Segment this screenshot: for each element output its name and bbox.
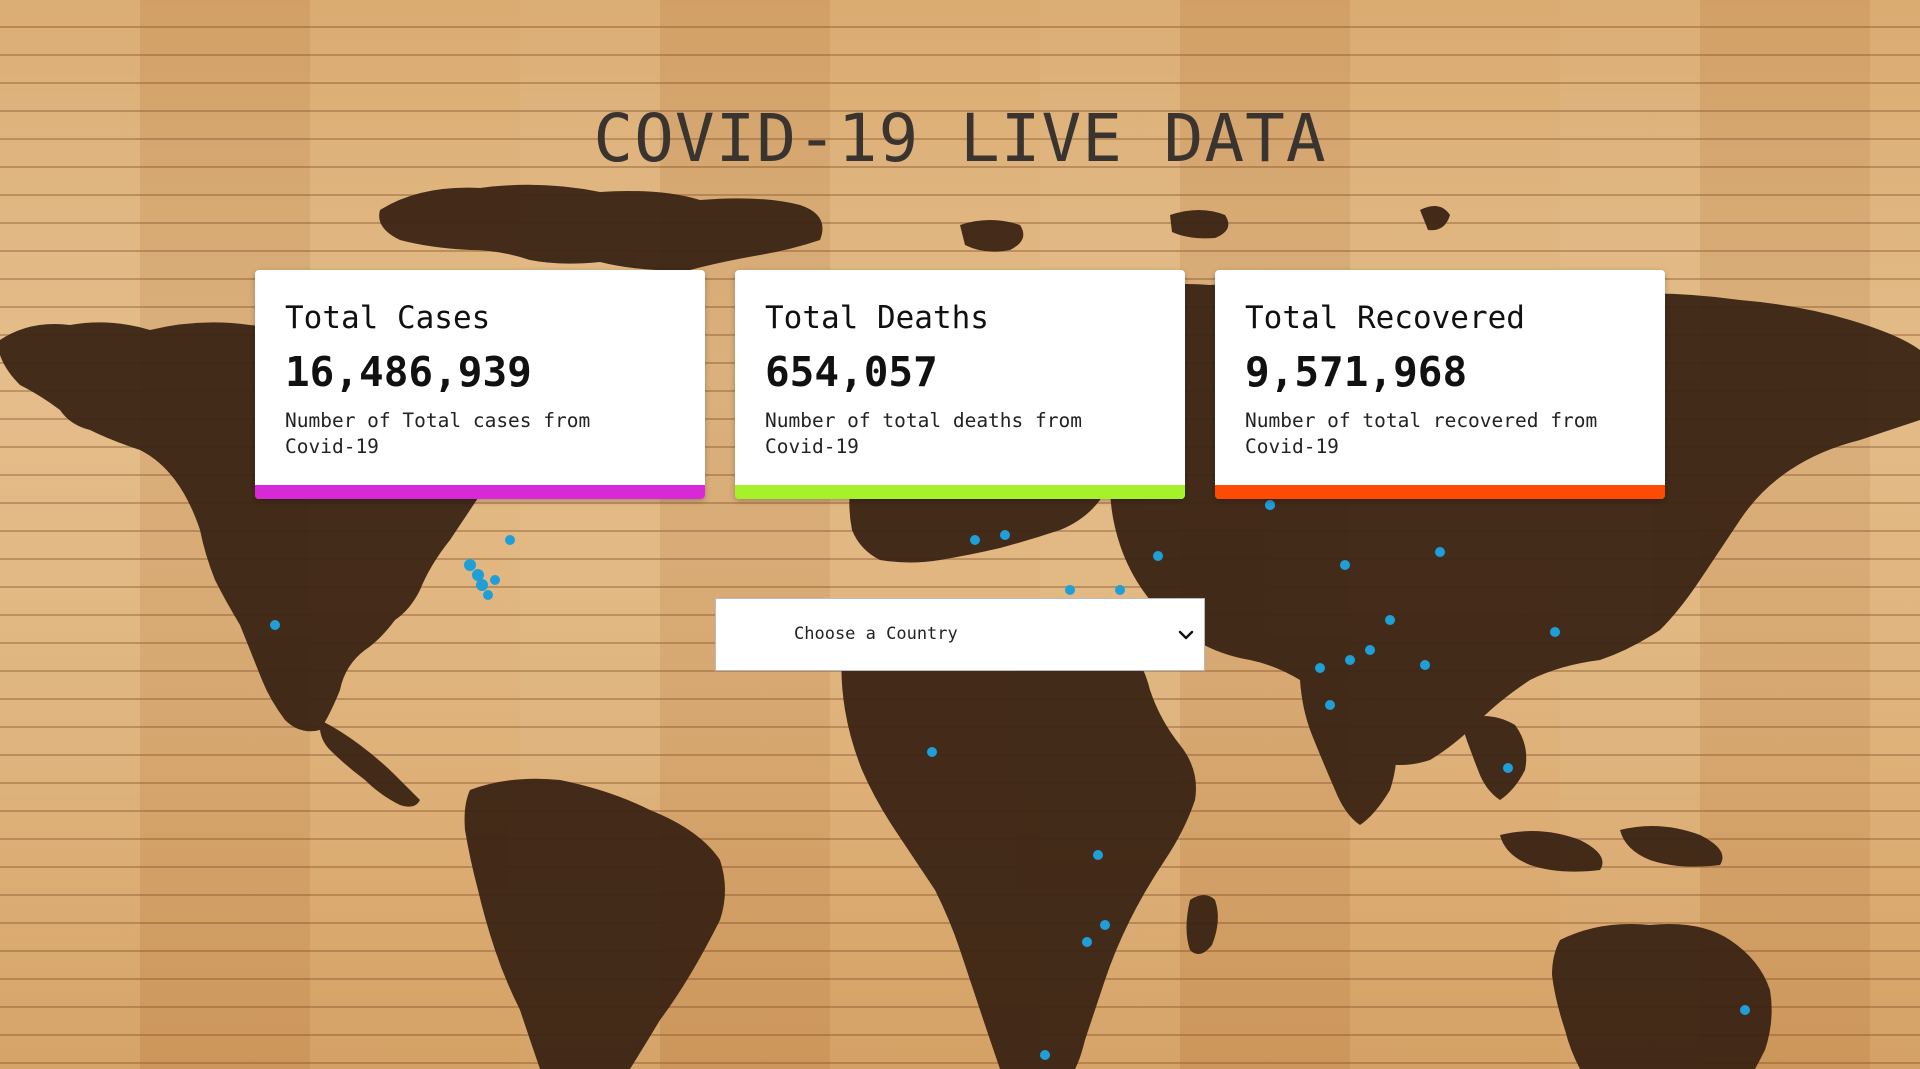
chevron-down-icon <box>1178 630 1194 640</box>
page-title: COVID-19 LIVE DATA <box>593 100 1327 177</box>
total-recovered-description-line1: Number of total recovered from <box>1245 409 1598 432</box>
total-recovered-accent-bar <box>1215 485 1665 499</box>
total-deaths-description-line1: Number of total deaths from <box>765 409 1082 432</box>
total-cases-accent-bar <box>255 485 705 499</box>
total-cases-card: Total Cases 16,486,939 Number of Total c… <box>255 270 705 499</box>
total-deaths-value: 654,057 <box>765 348 938 396</box>
total-cases-description-line1: Number of Total cases from <box>285 409 591 432</box>
total-deaths-label: Total Deaths <box>765 300 989 336</box>
stats-cards: Total Cases 16,486,939 Number of Total c… <box>255 270 1665 500</box>
total-cases-description-line2: Covid-19 <box>285 435 379 458</box>
total-cases-label: Total Cases <box>285 300 491 336</box>
total-recovered-card: Total Recovered 9,571,968 Number of tota… <box>1215 270 1665 499</box>
total-recovered-description-line2: Covid-19 <box>1245 435 1339 458</box>
total-cases-value: 16,486,939 <box>285 348 532 396</box>
total-recovered-description: Number of total recovered from Covid-19 <box>1245 408 1637 460</box>
total-deaths-description-line2: Covid-19 <box>765 435 859 458</box>
country-select-value: Choose a Country <box>794 624 958 644</box>
total-deaths-description: Number of total deaths from Covid-19 <box>765 408 1157 460</box>
total-cases-description: Number of Total cases from Covid-19 <box>285 408 677 460</box>
total-deaths-accent-bar <box>735 485 1185 499</box>
total-recovered-label: Total Recovered <box>1245 300 1525 336</box>
total-recovered-value: 9,571,968 <box>1245 348 1468 396</box>
country-select[interactable]: Choose a Country <box>715 598 1205 671</box>
total-deaths-card: Total Deaths 654,057 Number of total dea… <box>735 270 1185 499</box>
